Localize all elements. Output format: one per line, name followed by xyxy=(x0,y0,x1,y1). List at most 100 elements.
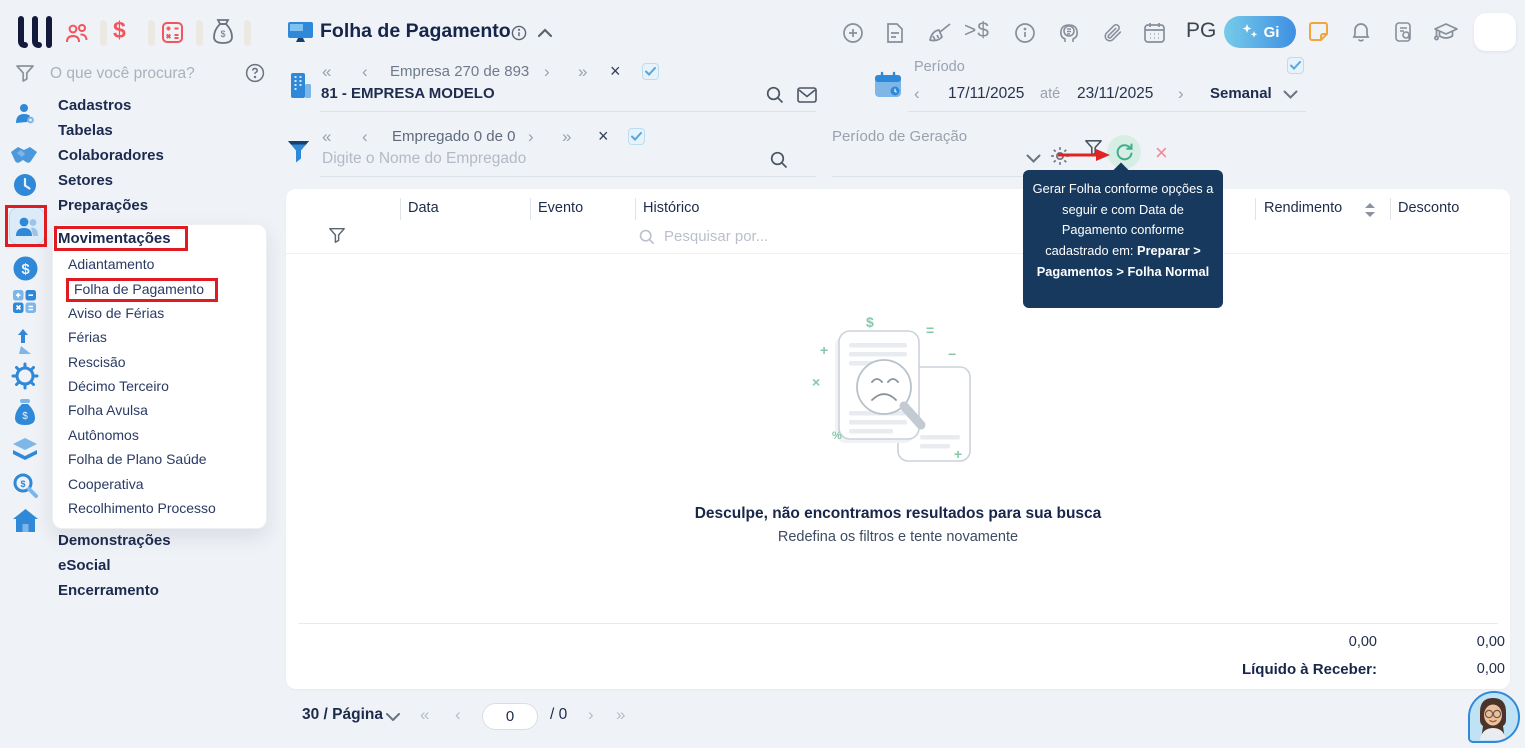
title-info-icon[interactable] xyxy=(511,25,527,41)
company-search-icon[interactable] xyxy=(766,86,784,104)
rail-dollar-icon[interactable]: $ xyxy=(12,255,39,282)
rail-home-icon[interactable] xyxy=(12,508,39,534)
company-last-button[interactable]: » xyxy=(578,62,587,82)
employee-next-button[interactable]: › xyxy=(528,127,534,147)
add-icon[interactable] xyxy=(842,22,864,44)
sidebar-item-setores[interactable]: Setores xyxy=(58,170,113,192)
period-mode-select[interactable]: Semanal xyxy=(1210,85,1272,102)
submenu-item-folha-plano-saude[interactable]: Folha de Plano Saúde xyxy=(68,449,207,469)
topbar-separator xyxy=(148,20,155,46)
table-search-input[interactable]: Pesquisar por... xyxy=(664,228,768,245)
pagination-first-button[interactable]: « xyxy=(420,705,429,725)
page-number-input[interactable] xyxy=(482,703,538,730)
column-header-rendimento[interactable]: Rendimento xyxy=(1264,200,1342,216)
period-next-button[interactable]: › xyxy=(1178,84,1184,104)
page-total-label: / 0 xyxy=(550,706,568,723)
employee-first-button[interactable]: « xyxy=(322,127,331,147)
submenu-item-rescisao[interactable]: Rescisão xyxy=(68,352,126,372)
submenu-item-adiantamento[interactable]: Adiantamento xyxy=(68,254,154,274)
sidebar-item-esocial[interactable]: eSocial xyxy=(58,555,111,577)
generate-payroll-button[interactable] xyxy=(1107,135,1141,169)
user-avatar-placeholder[interactable] xyxy=(1474,13,1516,51)
sidebar-item-preparacoes[interactable]: Preparações xyxy=(58,195,148,217)
employee-search-icon[interactable] xyxy=(770,151,788,169)
assistant-head-icon[interactable] xyxy=(1057,21,1081,45)
period-mode-chevron-icon[interactable] xyxy=(1283,90,1298,99)
people-shortcut-icon[interactable] xyxy=(64,21,90,45)
company-first-button[interactable]: « xyxy=(322,62,331,82)
employee-prev-button[interactable]: ‹ xyxy=(362,127,368,147)
currency-conversion-icon[interactable]: >$ xyxy=(964,19,990,43)
calendar-icon[interactable] xyxy=(1143,21,1166,44)
sidebar-filter-icon[interactable] xyxy=(15,63,35,83)
generation-cancel-button[interactable]: × xyxy=(1155,140,1168,166)
calculator-shortcut-icon[interactable] xyxy=(160,20,185,45)
assistant-avatar[interactable] xyxy=(1468,691,1520,743)
period-checkbox[interactable] xyxy=(1287,57,1304,74)
employee-checkbox[interactable] xyxy=(628,128,645,145)
rail-person-up-icon[interactable] xyxy=(15,328,37,355)
submenu-item-ferias[interactable]: Férias xyxy=(68,327,107,347)
notes-icon[interactable] xyxy=(1307,20,1330,43)
paperclip-icon[interactable] xyxy=(1102,21,1124,45)
rail-person-gear-icon[interactable] xyxy=(12,101,38,127)
submenu-item-aviso-de-ferias[interactable]: Aviso de Férias xyxy=(68,303,164,323)
submenu-item-recolhimento-processo[interactable]: Recolhimento Processo xyxy=(68,498,216,518)
column-header-data[interactable]: Data xyxy=(408,200,439,216)
money-bag-shortcut-icon[interactable]: $ xyxy=(210,18,236,46)
period-end-date[interactable]: 23/11/2025 xyxy=(1077,85,1153,103)
employee-clear-button[interactable]: × xyxy=(598,126,609,147)
table-filter-icon[interactable] xyxy=(328,226,346,244)
sidebar-search-input[interactable]: O que você procura? xyxy=(50,65,195,83)
dollar-shortcut-icon[interactable]: $ xyxy=(113,17,126,44)
company-clear-button[interactable]: × xyxy=(610,61,621,82)
employee-last-button[interactable]: » xyxy=(562,127,571,147)
rail-calculator-icon[interactable] xyxy=(12,289,37,314)
company-checkbox[interactable] xyxy=(642,63,659,80)
footer-divider xyxy=(298,623,1498,624)
rail-search-icon[interactable]: $ xyxy=(12,472,38,498)
sidebar-item-tabelas[interactable]: Tabelas xyxy=(58,120,113,142)
sidebar-item-cadastros[interactable]: Cadastros xyxy=(58,95,131,117)
company-mail-icon[interactable] xyxy=(797,87,817,103)
submenu-item-decimo-terceiro[interactable]: Décimo Terceiro xyxy=(68,376,169,396)
column-header-evento[interactable]: Evento xyxy=(538,200,583,216)
rail-clock-icon[interactable] xyxy=(12,172,38,198)
column-header-desconto[interactable]: Desconto xyxy=(1398,200,1459,216)
broom-icon[interactable] xyxy=(926,22,952,44)
document-search-icon[interactable] xyxy=(1393,21,1415,43)
rail-layers-icon[interactable] xyxy=(11,437,39,461)
gi-assistant-button[interactable]: Gi xyxy=(1224,16,1296,48)
submenu-item-autonomos[interactable]: Autônomos xyxy=(68,425,139,445)
employee-name-input[interactable]: Digite o Nome do Empregado xyxy=(322,150,526,168)
sidebar-item-encerramento[interactable]: Encerramento xyxy=(58,580,159,602)
pagination-prev-button[interactable]: ‹ xyxy=(455,705,461,725)
column-header-historico[interactable]: Histórico xyxy=(643,200,699,216)
generation-chevron-icon[interactable] xyxy=(1026,154,1041,163)
sort-icon[interactable] xyxy=(1364,202,1376,218)
company-prev-button[interactable]: ‹ xyxy=(362,62,368,82)
rail-handshake-icon[interactable] xyxy=(9,144,39,166)
rail-money-bag-icon[interactable]: $ xyxy=(12,398,38,426)
bell-icon[interactable] xyxy=(1350,20,1372,44)
submenu-item-folha-avulsa[interactable]: Folha Avulsa xyxy=(68,400,148,420)
pagination-next-button[interactable]: › xyxy=(588,705,594,725)
rail-gear-icon[interactable] xyxy=(11,362,39,390)
info-icon[interactable] xyxy=(1014,22,1036,44)
sidebar-item-colaboradores[interactable]: Colaboradores xyxy=(58,145,164,167)
period-prev-button[interactable]: ‹ xyxy=(914,84,920,104)
graduation-cap-icon[interactable] xyxy=(1433,21,1459,44)
period-start-date[interactable]: 17/11/2025 xyxy=(948,85,1024,103)
company-value[interactable]: 81 - EMPRESA MODELO xyxy=(321,85,495,102)
help-icon[interactable] xyxy=(245,63,265,83)
collapse-header-chevron-icon[interactable] xyxy=(537,28,553,38)
pagination-last-button[interactable]: » xyxy=(616,705,625,725)
pg-shortcut[interactable]: PG xyxy=(1186,19,1216,43)
page-size-select[interactable]: 30 / Página xyxy=(302,706,383,724)
submenu-item-cooperativa[interactable]: Cooperativa xyxy=(68,474,144,494)
document-icon[interactable] xyxy=(885,21,905,45)
company-next-button[interactable]: › xyxy=(544,62,550,82)
sidebar-item-demonstracoes[interactable]: Demonstrações xyxy=(58,530,171,552)
page-size-chevron-icon[interactable] xyxy=(386,713,400,721)
svg-text:$: $ xyxy=(866,315,874,330)
